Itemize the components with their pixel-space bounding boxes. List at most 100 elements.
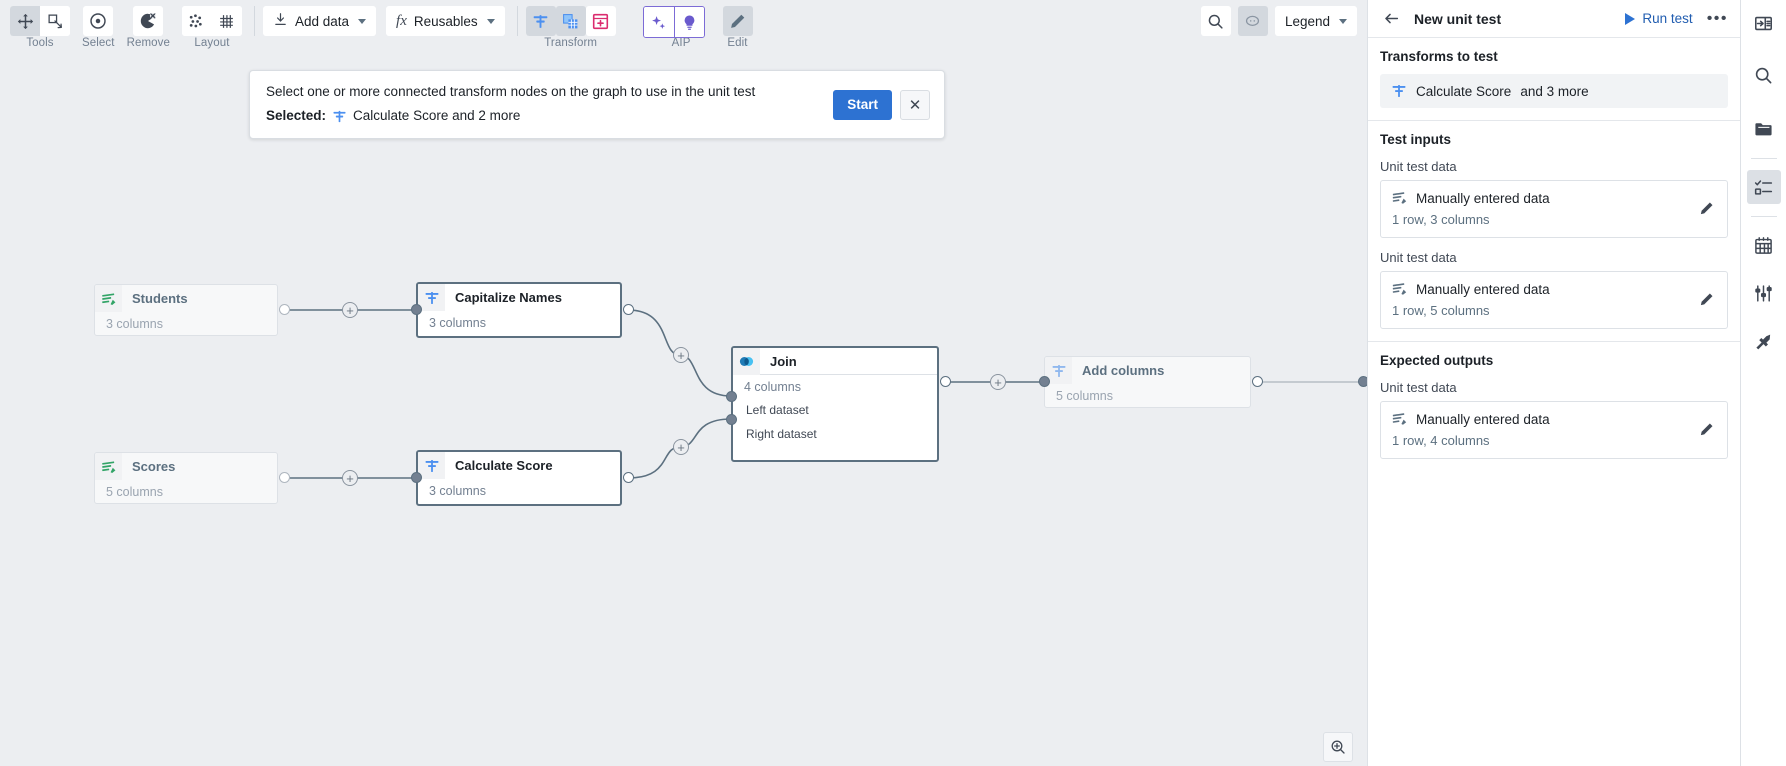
new-table-icon[interactable] bbox=[585, 6, 616, 36]
add-node-handle-4[interactable]: + bbox=[673, 439, 689, 455]
pencil-icon[interactable] bbox=[1696, 420, 1716, 440]
toolbar-label-layout: Layout bbox=[194, 37, 230, 49]
move-icon[interactable] bbox=[10, 6, 40, 36]
test-input-label-2: Unit test data bbox=[1380, 250, 1457, 265]
test-input-card-body-1: Manually entered data 1 row, 3 columns bbox=[1392, 190, 1696, 228]
toolbar-label-blank-1 bbox=[318, 37, 321, 49]
legend-button[interactable]: Legend bbox=[1274, 6, 1357, 36]
offscreen-node-port[interactable] bbox=[1358, 376, 1367, 387]
pencil-icon[interactable] bbox=[722, 6, 753, 36]
arrow-left-icon[interactable] bbox=[1380, 8, 1402, 30]
calendar-icon[interactable] bbox=[1747, 228, 1781, 262]
graph-node-join[interactable]: Join 4 columns Left dataset Right datase… bbox=[731, 346, 939, 462]
lasso-select-icon[interactable] bbox=[40, 6, 70, 36]
input-port-capitalize-names[interactable] bbox=[411, 304, 422, 315]
node-subtitle: 4 columns bbox=[744, 380, 801, 394]
close-icon[interactable]: ✕ bbox=[900, 89, 930, 120]
comment-icon[interactable] bbox=[1237, 6, 1268, 36]
input-port-calculate-score[interactable] bbox=[411, 472, 422, 483]
add-node-handle-1[interactable]: + bbox=[342, 302, 358, 318]
test-input-title-1: Manually entered data bbox=[1416, 190, 1550, 206]
toolbar-group-edit: Edit bbox=[722, 6, 753, 49]
graph-node-scores[interactable]: Scores 5 columns bbox=[94, 452, 278, 504]
lightbulb-icon[interactable] bbox=[673, 7, 704, 37]
legend-label: Legend bbox=[1284, 13, 1330, 29]
input-port-join-left[interactable] bbox=[726, 391, 737, 402]
pencil-icon[interactable] bbox=[1696, 290, 1716, 310]
section-heading-transforms: Transforms to test bbox=[1380, 49, 1498, 64]
test-input-card-2[interactable]: Manually entered data 1 row, 5 columns bbox=[1380, 271, 1728, 329]
output-port-calculate-score[interactable] bbox=[623, 472, 634, 483]
node-header: Add columns bbox=[1045, 357, 1250, 384]
pencil-icon[interactable] bbox=[1696, 199, 1716, 219]
run-test-label: Run test bbox=[1642, 11, 1693, 26]
expected-output-subtitle-1: 1 row, 4 columns bbox=[1392, 433, 1490, 448]
banner-selected-label: Selected: bbox=[266, 108, 327, 123]
search-icon[interactable] bbox=[1747, 58, 1781, 92]
toolbar-divider-2 bbox=[516, 6, 518, 36]
expected-outputs-section: Expected outputs Unit test data Manually… bbox=[1368, 341, 1740, 471]
node-title: Capitalize Names bbox=[455, 290, 562, 305]
sparkle-icon[interactable] bbox=[643, 7, 674, 37]
transform-icon bbox=[1391, 83, 1407, 99]
search-icon[interactable] bbox=[1200, 6, 1231, 36]
remove-node-icon[interactable] bbox=[133, 6, 164, 36]
graph-canvas[interactable]: Students 3 columns + Capitalize Names 3 … bbox=[0, 52, 1367, 766]
output-port-join[interactable] bbox=[940, 376, 951, 387]
node-title: Calculate Score bbox=[455, 458, 553, 473]
transform-icon bbox=[418, 284, 445, 311]
more-icon[interactable]: ••• bbox=[1707, 10, 1728, 26]
graph-node-capitalize-names[interactable]: Capitalize Names 3 columns bbox=[416, 282, 622, 338]
graph-node-add-columns[interactable]: Add columns 5 columns bbox=[1044, 356, 1251, 408]
run-test-button[interactable]: Run test bbox=[1625, 11, 1693, 26]
duplicate-table-icon[interactable] bbox=[555, 6, 586, 36]
transforms-chip[interactable]: Calculate Score and 3 more bbox=[1380, 74, 1728, 108]
reusables-button[interactable]: fx Reusables bbox=[386, 6, 505, 36]
toolbar-group-aip-actions bbox=[642, 6, 705, 51]
sliders-icon[interactable] bbox=[1747, 276, 1781, 310]
toolbar-label-transform: Transform bbox=[544, 37, 598, 49]
test-inputs-section: Test inputs Unit test data Manually ente… bbox=[1368, 120, 1740, 341]
add-data-label: Add data bbox=[294, 13, 350, 29]
download-icon bbox=[273, 12, 288, 30]
output-port-add-columns[interactable] bbox=[1252, 376, 1263, 387]
zoom-in-icon[interactable] bbox=[1323, 732, 1353, 762]
node-subtitle: 5 columns bbox=[1056, 389, 1113, 403]
test-input-subtitle-1: 1 row, 3 columns bbox=[1392, 212, 1490, 227]
graph-node-students[interactable]: Students 3 columns bbox=[94, 284, 278, 336]
toolbar-group-layout: Layout bbox=[181, 6, 242, 49]
folder-icon[interactable] bbox=[1747, 112, 1781, 146]
panel-expand-icon[interactable] bbox=[1747, 6, 1781, 40]
input-port-join-right[interactable] bbox=[726, 414, 737, 425]
scatter-layout-icon[interactable] bbox=[181, 6, 212, 36]
node-subtitle: 3 columns bbox=[429, 316, 486, 330]
target-select-icon[interactable] bbox=[83, 6, 114, 36]
output-port-capitalize-names[interactable] bbox=[623, 304, 634, 315]
manual-data-icon bbox=[1392, 190, 1408, 206]
toolbar-label-select: Select bbox=[82, 37, 115, 49]
test-input-card-body-2: Manually entered data 1 row, 5 columns bbox=[1392, 281, 1696, 319]
main-area: Tools Select Remove Layout Add data fx R… bbox=[0, 0, 1367, 766]
output-port-students[interactable] bbox=[279, 304, 290, 315]
hammer-icon[interactable] bbox=[1747, 324, 1781, 358]
test-input-title-row-1: Manually entered data bbox=[1392, 190, 1696, 206]
checklist-icon[interactable] bbox=[1746, 170, 1781, 204]
add-node-handle-2[interactable]: + bbox=[342, 470, 358, 486]
add-node-handle-5[interactable]: + bbox=[990, 374, 1006, 390]
app-root: Tools Select Remove Layout Add data fx R… bbox=[0, 0, 1786, 766]
join-icon bbox=[733, 348, 760, 375]
input-port-add-columns[interactable] bbox=[1039, 376, 1050, 387]
test-input-card-1[interactable]: Manually entered data 1 row, 3 columns bbox=[1380, 180, 1728, 238]
grid-layout-icon[interactable] bbox=[211, 6, 242, 36]
graph-node-calculate-score[interactable]: Calculate Score 3 columns bbox=[416, 450, 622, 506]
expected-output-card-1[interactable]: Manually entered data 1 row, 4 columns bbox=[1380, 401, 1728, 459]
test-input-subtitle-2: 1 row, 5 columns bbox=[1392, 303, 1490, 318]
toolbar-group-select: Select bbox=[82, 6, 115, 49]
toolbar-group-tools: Tools bbox=[10, 6, 70, 49]
add-node-handle-3[interactable]: + bbox=[673, 347, 689, 363]
output-port-scores[interactable] bbox=[279, 472, 290, 483]
add-data-button[interactable]: Add data bbox=[262, 6, 377, 36]
node-header: Capitalize Names bbox=[418, 284, 620, 311]
transform-icon[interactable] bbox=[525, 6, 556, 36]
start-button[interactable]: Start bbox=[833, 89, 892, 120]
